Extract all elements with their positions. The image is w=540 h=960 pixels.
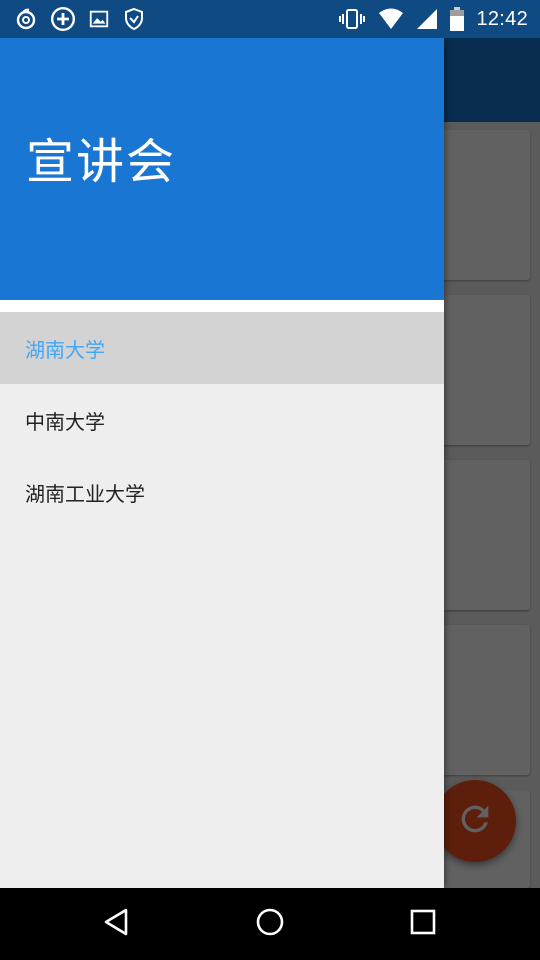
home-button[interactable] [240,894,300,954]
home-icon [255,907,285,941]
drawer-divider [0,300,444,312]
shield-icon [122,7,146,31]
status-system: 12:42 [338,7,528,31]
wifi-icon [378,8,404,30]
navigation-drawer: 宣讲会 湖南大学 中南大学 湖南工业大学 [0,38,444,888]
menu-item-label: 中南大学 [25,409,105,434]
drawer-menu: 湖南大学 中南大学 湖南工业大学 [0,312,444,528]
system-nav-bar [0,888,540,960]
back-button[interactable] [87,894,147,954]
menu-item-central-south-university[interactable]: 中南大学 [0,384,444,456]
drawer-title: 宣讲会 [26,134,177,190]
add-circle-icon [50,6,76,32]
menu-item-hunan-university-of-technology[interactable]: 湖南工业大学 [0,456,444,528]
clock: 12:42 [476,7,528,30]
vibrate-icon [338,7,366,31]
drawer-header: 宣讲会 [0,38,444,300]
recents-button[interactable] [393,894,453,954]
menu-item-hunan-university[interactable]: 湖南大学 [0,312,444,384]
status-notifications [14,6,146,32]
signal-icon [416,8,438,30]
menu-item-label: 湖南大学 [25,337,105,362]
back-icon [102,907,132,941]
recents-icon [409,908,437,940]
menu-item-label: 湖南工业大学 [25,481,145,506]
status-bar: 12:42 [0,0,540,38]
battery-icon [450,7,465,31]
image-icon [88,8,110,30]
netease-music-icon [14,7,38,31]
